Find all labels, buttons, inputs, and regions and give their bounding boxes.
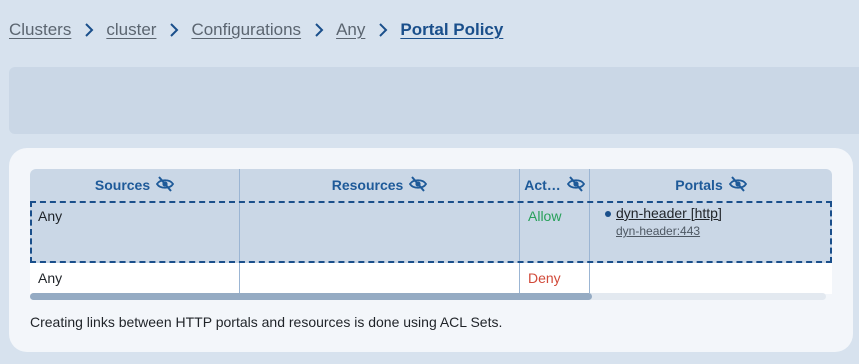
eye-off-icon[interactable] <box>156 175 175 195</box>
horizontal-scrollbar[interactable] <box>30 293 826 300</box>
policy-table: Sources Resources Act… Portals Any Allow… <box>30 169 832 294</box>
cell-action: Deny <box>520 263 590 294</box>
chevron-right-icon <box>71 23 106 37</box>
cell-source: Any <box>30 201 240 263</box>
table-row[interactable]: Any Deny <box>30 263 832 294</box>
column-header-resources[interactable]: Resources <box>240 169 520 201</box>
eye-off-icon[interactable] <box>566 175 585 195</box>
cell-portals <box>590 263 832 294</box>
column-header-portals[interactable]: Portals <box>590 169 832 201</box>
chevron-right-icon <box>301 23 336 37</box>
table-row[interactable]: Any Allow dyn-header [http] dyn-header:4… <box>30 201 832 263</box>
table-header: Sources Resources Act… Portals <box>30 169 832 201</box>
info-note: Creating links between HTTP portals and … <box>30 314 503 330</box>
chevron-right-icon <box>365 23 400 37</box>
toolbar-panel <box>9 67 859 134</box>
cell-portals: dyn-header [http] dyn-header:443 <box>590 201 832 263</box>
column-title: Sources <box>94 177 151 193</box>
cell-source: Any <box>30 263 240 294</box>
policy-card: Sources Resources Act… Portals Any Allow… <box>9 148 853 352</box>
scrollbar-thumb[interactable] <box>30 293 592 300</box>
column-header-action[interactable]: Act… <box>520 169 590 201</box>
breadcrumb-configurations[interactable]: Configurations <box>191 20 301 40</box>
portal-address-link[interactable]: dyn-header:443 <box>616 224 722 238</box>
cell-action: Allow <box>520 201 590 263</box>
eye-off-icon[interactable] <box>409 175 428 195</box>
eye-off-icon[interactable] <box>728 175 747 195</box>
breadcrumb: Clusters cluster Configurations Any Port… <box>9 18 503 42</box>
column-title: Resources <box>331 177 404 193</box>
bullet-icon <box>605 211 611 217</box>
column-title: Portals <box>675 177 723 193</box>
breadcrumb-any[interactable]: Any <box>336 20 365 40</box>
breadcrumb-cluster[interactable]: cluster <box>106 20 156 40</box>
chevron-right-icon <box>156 23 191 37</box>
cell-resource <box>240 201 520 263</box>
column-header-sources[interactable]: Sources <box>30 169 240 201</box>
breadcrumb-clusters[interactable]: Clusters <box>9 20 71 40</box>
column-title: Act… <box>524 177 561 193</box>
portal-entry: dyn-header [http] dyn-header:443 <box>616 205 722 238</box>
cell-resource <box>240 263 520 294</box>
breadcrumb-portal-policy[interactable]: Portal Policy <box>400 20 503 40</box>
portal-link[interactable]: dyn-header [http] <box>616 205 722 221</box>
